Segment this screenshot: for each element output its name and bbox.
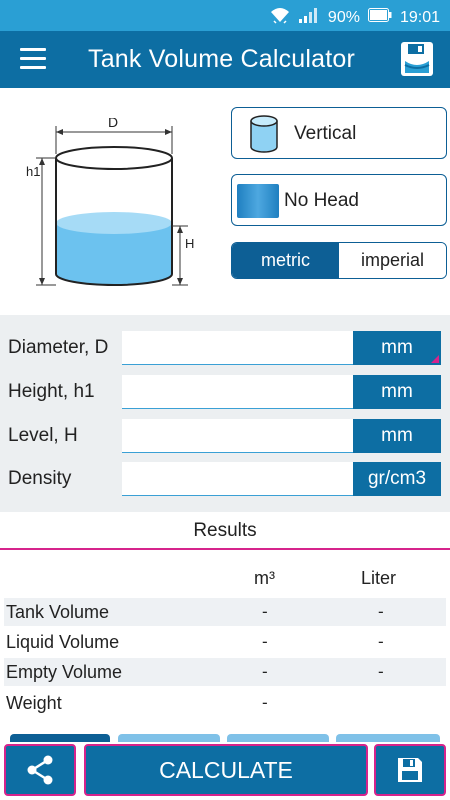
bottom-action-bar: CALCULATE (0, 742, 450, 800)
result-liter: - (378, 662, 384, 681)
status-icons: 90% 19:01 (270, 6, 440, 29)
density-unit: gr/cm3 (367, 468, 427, 489)
orientation-label: Vertical (294, 123, 357, 144)
metric-option[interactable]: metric (232, 243, 339, 278)
diagram-label-h: H (185, 236, 194, 251)
result-row-empty-volume: Empty Volume - - (4, 658, 446, 686)
dropdown-corner-icon (431, 355, 439, 363)
density-label: Density (8, 468, 72, 489)
imperial-option[interactable]: imperial (339, 243, 446, 278)
vertical-tank-icon (250, 115, 278, 153)
height-unit: mm (381, 381, 413, 402)
save-icon (398, 758, 422, 782)
results-title: Results (193, 520, 257, 541)
result-row-tank-volume: Tank Volume - - (4, 598, 446, 626)
height-label: Height, h1 (8, 381, 95, 402)
diameter-unit: mm (381, 337, 413, 358)
orientation-button[interactable]: Vertical (231, 107, 447, 159)
status-bar: 90% 19:01 (0, 0, 450, 31)
page-title: Tank Volume Calculator (88, 45, 356, 73)
result-name: Empty Volume (6, 662, 123, 682)
tank-diagram: D h1 H (26, 118, 194, 286)
level-label: Level, H (8, 425, 78, 446)
diagram-label-h1: h1 (26, 164, 40, 179)
save-button[interactable] (374, 744, 446, 796)
diagram-label-d: D (108, 118, 118, 130)
result-name: Liquid Volume (6, 632, 120, 652)
result-row-liquid-volume: Liquid Volume - - (4, 628, 446, 656)
density-row: Density gr/cm3 (0, 462, 450, 496)
clock: 19:01 (399, 8, 440, 26)
share-button[interactable] (4, 744, 76, 796)
signal-icon (298, 6, 320, 29)
app-bar: Tank Volume Calculator (0, 31, 450, 88)
unit-system-toggle: metric imperial (231, 242, 447, 279)
result-liter: - (378, 632, 384, 651)
menu-icon[interactable] (20, 48, 46, 70)
calculate-label: CALCULATE (159, 756, 293, 783)
density-input[interactable] (122, 462, 354, 496)
result-m3: - (262, 632, 268, 651)
battery-icon (367, 8, 392, 27)
result-m3: - (262, 602, 268, 621)
diameter-input[interactable] (122, 331, 354, 365)
col-header-m3: m³ (254, 568, 275, 588)
density-unit-select[interactable]: gr/cm3 (353, 462, 441, 496)
height-input[interactable] (122, 375, 354, 409)
share-icon (27, 755, 53, 785)
level-row: Level, H mm (0, 419, 450, 453)
save-tank-icon[interactable] (400, 41, 434, 77)
level-unit-select[interactable]: mm (353, 419, 441, 453)
head-type-label: No Head (284, 190, 359, 211)
diameter-label: Diameter, D (8, 337, 109, 358)
height-row: Height, h1 mm (0, 375, 450, 409)
inputs-panel: Diameter, D mm Height, h1 mm Level, H mm… (0, 315, 450, 512)
col-header-liter: Liter (361, 568, 397, 588)
result-m3: - (262, 693, 268, 712)
wifi-icon (270, 6, 290, 29)
result-m3: - (262, 662, 268, 681)
results-header: Results (0, 512, 450, 550)
level-input[interactable] (122, 419, 354, 453)
height-unit-select[interactable]: mm (353, 375, 441, 409)
result-name: Weight (6, 693, 62, 713)
level-unit: mm (381, 425, 413, 446)
diameter-unit-select[interactable]: mm (353, 331, 441, 365)
result-name: Tank Volume (6, 602, 110, 622)
flat-head-icon (237, 184, 279, 218)
result-liter: - (378, 602, 384, 621)
calculate-button[interactable]: CALCULATE (84, 744, 368, 796)
head-type-button[interactable]: No Head (231, 174, 447, 226)
diameter-row: Diameter, D mm (0, 331, 450, 365)
result-row-weight: Weight - (4, 689, 446, 717)
battery-percent: 90% (327, 8, 360, 26)
